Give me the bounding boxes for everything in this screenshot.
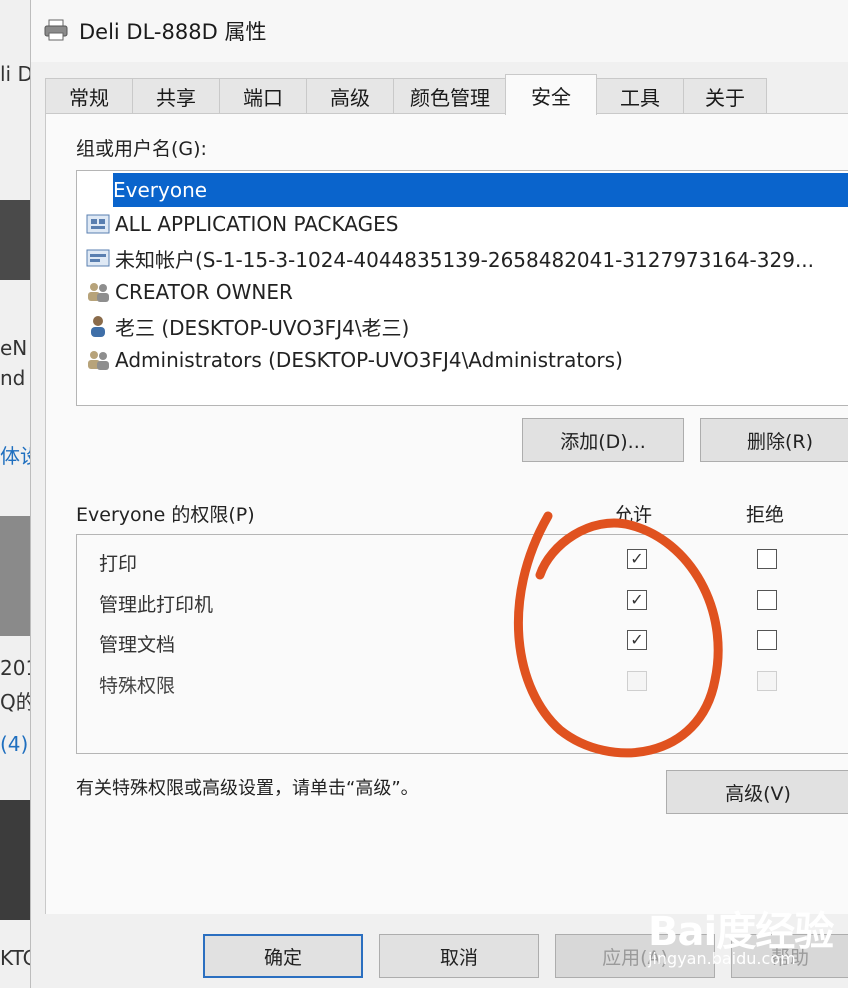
user-icon [91, 316, 105, 337]
permission-name: 管理文档 [99, 634, 176, 656]
background-text: li D [0, 62, 30, 86]
allow-checkbox[interactable]: ✓ [627, 549, 647, 569]
tab-tools[interactable]: 工具 [596, 78, 684, 114]
user-list-item[interactable]: CREATOR OWNER [85, 275, 848, 309]
tab-color-management[interactable]: 颜色管理 [393, 78, 507, 114]
tab-about[interactable]: 关于 [683, 78, 767, 114]
background-image [0, 800, 30, 920]
baidu-watermark: Bai度经验 jingyan.baidu.com [648, 895, 848, 988]
permissions-label: Everyone 的权限(P) [76, 504, 255, 526]
tab-security[interactable]: 安全 [505, 74, 597, 115]
user-name: 未知帐户(S-1-15-3-1024-4044835139-2658482041… [115, 247, 815, 272]
user-list[interactable]: Everyone ALL APPLICATION PACKAGES 未知帐户(S… [76, 170, 848, 406]
deny-checkbox[interactable] [757, 630, 777, 650]
tab-advanced[interactable]: 高级 [306, 78, 394, 114]
tab-sharing[interactable]: 共享 [132, 78, 220, 114]
background-text: 201 [0, 656, 30, 680]
unknown-account-icon [86, 249, 110, 267]
background-text: (4) [0, 732, 29, 756]
deny-column-header: 拒绝 [746, 504, 785, 526]
background-text: eN [0, 336, 28, 360]
dialog-title: Deli DL-888D 属性 [79, 20, 267, 44]
background-image [0, 516, 30, 636]
deny-checkbox[interactable] [757, 549, 777, 569]
cancel-button[interactable]: 取消 [379, 934, 539, 978]
ok-button[interactable]: 确定 [203, 934, 363, 978]
user-name: 老三 (DESKTOP-UVO3FJ4\老三) [115, 315, 410, 340]
groups-label: 组或用户名(G): [76, 138, 207, 160]
advanced-hint: 有关特殊权限或高级设置，请单击“高级”。 [76, 778, 419, 799]
user-name: CREATOR OWNER [115, 280, 293, 304]
user-name: Administrators (DESKTOP-UVO3FJ4\Administ… [115, 348, 623, 372]
permission-name: 管理此打印机 [99, 594, 214, 616]
group-icon [88, 351, 109, 370]
user-list-item[interactable]: Everyone [113, 173, 848, 207]
user-list-item[interactable]: Administrators (DESKTOP-UVO3FJ4\Administ… [85, 343, 848, 377]
printer-icon [44, 19, 68, 41]
deny-checkbox[interactable] [757, 590, 777, 610]
title-bar: Deli DL-888D 属性 [31, 0, 848, 62]
allow-checkbox[interactable]: ✓ [627, 590, 647, 610]
user-list-item[interactable]: ALL APPLICATION PACKAGES [85, 207, 848, 241]
background-window: li D eN nd 体设 201 Q的 (4) KTC [0, 0, 30, 988]
user-list-item[interactable]: 未知帐户(S-1-15-3-1024-4044835139-2658482041… [85, 241, 848, 275]
tab-general[interactable]: 常规 [45, 78, 133, 114]
user-name: Everyone [113, 178, 208, 202]
security-tab-panel: 组或用户名(G): Everyone ALL APPLICATION PACKA… [45, 113, 848, 914]
remove-button[interactable]: 删除(R) [700, 418, 848, 462]
tab-ports[interactable]: 端口 [219, 78, 307, 114]
deny-checkbox-disabled [757, 671, 777, 691]
printer-properties-dialog: Deli DL-888D 属性 常规 共享 端口 高级 颜色管理 安全 工具 关… [30, 0, 848, 988]
background-text: Q的 [0, 690, 30, 714]
group-icon [88, 283, 109, 302]
advanced-button[interactable]: 高级(V) [666, 770, 848, 814]
tab-strip: 常规 共享 端口 高级 颜色管理 安全 工具 关于 [45, 74, 848, 115]
watermark-site: jingyan.baidu.com [648, 949, 796, 968]
background-image [0, 200, 30, 280]
background-link[interactable]: 体设 [0, 440, 30, 469]
allow-column-header: 允许 [614, 504, 653, 526]
packages-icon [86, 214, 110, 234]
permission-name: 打印 [99, 553, 138, 575]
allow-checkbox-disabled [627, 671, 647, 691]
user-list-item[interactable]: 老三 (DESKTOP-UVO3FJ4\老三) [85, 309, 848, 343]
add-button[interactable]: 添加(D)... [522, 418, 684, 462]
allow-checkbox[interactable]: ✓ [627, 630, 647, 650]
background-text: nd [0, 366, 26, 390]
user-name: ALL APPLICATION PACKAGES [115, 212, 399, 236]
permission-name: 特殊权限 [99, 675, 176, 697]
background-text: KTC [0, 946, 30, 970]
permissions-table: 打印 ✓ 管理此打印机 ✓ 管理文档 ✓ 特殊权限 [76, 534, 848, 754]
